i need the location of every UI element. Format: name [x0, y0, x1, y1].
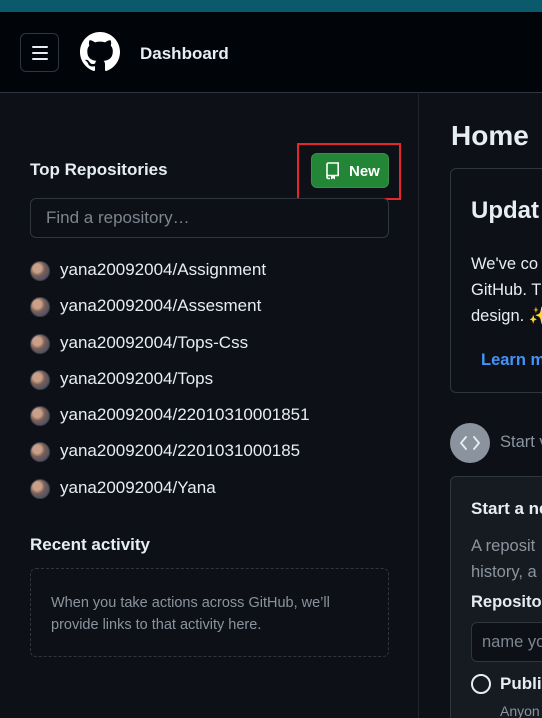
list-item: yana20092004/Tops-Css — [30, 333, 390, 369]
avatar[interactable] — [30, 369, 50, 390]
repository-link[interactable]: yana20092004/22010310001851 — [60, 405, 310, 425]
main-content: Home Updat We've co GitHub. T design. ✨ … — [420, 94, 542, 718]
repository-link[interactable]: yana20092004/Tops — [60, 369, 213, 389]
update-title: Updat — [471, 197, 539, 224]
recent-activity-heading: Recent activity — [30, 535, 150, 554]
find-repository-input[interactable] — [30, 198, 389, 238]
repository-link[interactable]: yana20092004/Tops-Css — [60, 333, 248, 353]
new-repo-title: Start a ne — [471, 499, 542, 518]
avatar[interactable] — [30, 333, 50, 354]
avatar[interactable] — [30, 261, 50, 281]
list-item: yana20092004/Tops — [30, 369, 390, 405]
new-repository-card: Start a ne A reposit history, a Reposito… — [450, 476, 542, 718]
sidebar: Top Repositories New yana20092004/Assign… — [0, 94, 419, 718]
new-repo-description: A reposit history, a — [471, 537, 537, 581]
highlight-box — [297, 143, 401, 200]
github-logo-icon[interactable] — [80, 32, 120, 72]
avatar[interactable] — [30, 442, 50, 463]
update-text: We've co GitHub. T design. ✨ — [471, 255, 542, 325]
avatar[interactable] — [30, 478, 50, 499]
list-item: yana20092004/Assesment — [30, 296, 390, 332]
list-item: yana20092004/Yana — [30, 478, 390, 514]
list-item: yana20092004/22010310001851 — [30, 405, 390, 441]
hamburger-menu-button[interactable] — [20, 33, 59, 72]
start-label: Start v — [500, 433, 542, 451]
recent-activity-empty-state: When you take actions across GitHub, we’… — [30, 568, 389, 657]
header: Dashboard — [0, 12, 542, 93]
public-radio-label[interactable]: Publi — [500, 674, 542, 694]
home-heading: Home — [451, 120, 529, 151]
update-card: Updat We've co GitHub. T design. ✨ Learn… — [450, 168, 542, 393]
top-strip — [0, 0, 542, 12]
page-title[interactable]: Dashboard — [140, 44, 229, 64]
repository-link[interactable]: yana20092004/Assesment — [60, 296, 261, 316]
repository-name-label: Repositor — [471, 593, 542, 611]
repository-list: yana20092004/Assignment yana20092004/Ass… — [30, 260, 390, 514]
list-item: yana20092004/Assignment — [30, 260, 390, 296]
code-icon — [450, 423, 490, 463]
repository-link[interactable]: yana20092004/Assignment — [60, 260, 266, 280]
recent-activity-text: When you take actions across GitHub, we’… — [51, 595, 330, 633]
learn-more-link[interactable]: Learn m — [481, 351, 542, 370]
repository-link[interactable]: yana20092004/2201031000185 — [60, 441, 300, 461]
public-radio[interactable] — [471, 674, 491, 694]
top-repositories-heading: Top Repositories — [30, 160, 168, 179]
public-radio-description: Anyon — [500, 703, 540, 718]
avatar[interactable] — [30, 297, 50, 318]
repository-name-input[interactable] — [471, 622, 542, 662]
avatar[interactable] — [30, 406, 50, 427]
repository-link[interactable]: yana20092004/Yana — [60, 478, 216, 498]
list-item: yana20092004/2201031000185 — [30, 441, 390, 477]
menu-icon — [32, 46, 48, 48]
